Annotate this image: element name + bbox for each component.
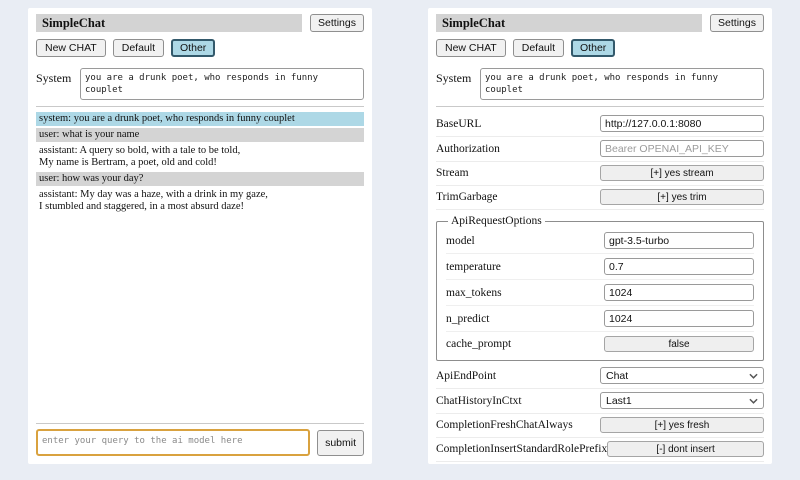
app-title-bar: SimpleChat — [36, 14, 302, 32]
n-predict-input[interactable] — [604, 310, 754, 327]
temperature-label: temperature — [446, 261, 604, 273]
horizontal-divider — [36, 423, 364, 424]
horizontal-divider — [36, 106, 364, 107]
session-bar: New CHAT Default Other — [36, 39, 364, 57]
api-request-options-fieldset: ApiRequestOptions model temperature max_… — [436, 215, 764, 361]
setting-row-max-tokens: max_tokens — [446, 280, 754, 306]
setting-row-authorization: Authorization — [436, 137, 764, 162]
setting-row-apiendpoint: ApiEndPoint Chat — [436, 364, 764, 389]
header: SimpleChat Settings — [36, 14, 364, 32]
roleprefix-label: CompletionInsertStandardRolePrefix — [436, 443, 607, 455]
trimgarbage-label: TrimGarbage — [436, 191, 600, 203]
system-label: System — [436, 68, 480, 86]
authorization-input[interactable] — [600, 140, 764, 157]
system-label: System — [36, 68, 80, 86]
stream-toggle-button[interactable]: [+] yes stream — [600, 165, 764, 181]
stream-label: Stream — [436, 167, 600, 179]
settings-button[interactable]: Settings — [310, 14, 364, 32]
chat-message: user: what is your name — [36, 128, 364, 142]
empty-space — [36, 216, 364, 417]
cache-prompt-toggle-button[interactable]: false — [604, 336, 754, 352]
chat-message: system: you are a drunk poet, who respon… — [36, 112, 364, 126]
chat-history-selected-value: Last1 — [606, 395, 632, 407]
setting-row-n-predict: n_predict — [446, 306, 754, 332]
system-prompt-row: System you are a drunk poet, who respond… — [436, 68, 764, 100]
new-chat-button[interactable]: New CHAT — [436, 39, 506, 57]
setting-row-baseurl: BaseURL — [436, 112, 764, 137]
chevron-down-icon — [749, 398, 758, 404]
system-prompt-input[interactable]: you are a drunk poet, who responds in fu… — [80, 68, 364, 100]
api-endpoint-selected-value: Chat — [606, 370, 628, 382]
model-input[interactable] — [604, 232, 754, 249]
temperature-input[interactable] — [604, 258, 754, 275]
baseurl-label: BaseURL — [436, 118, 600, 130]
setting-row-stream: Stream [+] yes stream — [436, 162, 764, 186]
header: SimpleChat Settings — [436, 14, 764, 32]
max-tokens-label: max_tokens — [446, 287, 604, 299]
settings-panel: SimpleChat Settings New CHAT Default Oth… — [428, 8, 772, 464]
submit-button[interactable]: submit — [317, 430, 364, 456]
chat-message: assistant: A query so bold, with a tale … — [36, 144, 364, 170]
chat-panel: SimpleChat Settings New CHAT Default Oth… — [28, 8, 372, 464]
session-bar: New CHAT Default Other — [436, 39, 764, 57]
api-endpoint-select[interactable]: Chat — [600, 367, 764, 384]
model-label: model — [446, 235, 604, 247]
baseurl-input[interactable] — [600, 115, 764, 132]
setting-row-chathistory: ChatHistoryInCtxt Last1 — [436, 389, 764, 414]
chat-message: assistant: My day was a haze, with a dri… — [36, 188, 364, 214]
chat-message: user: how was your day? — [36, 172, 364, 186]
cache-prompt-label: cache_prompt — [446, 338, 604, 350]
app-title: SimpleChat — [42, 16, 105, 31]
apiendpoint-label: ApiEndPoint — [436, 370, 600, 382]
setting-row-model: model — [446, 228, 754, 254]
setting-row-trimgarbage: TrimGarbage [+] yes trim — [436, 186, 764, 210]
system-prompt-input[interactable]: you are a drunk poet, who responds in fu… — [480, 68, 764, 100]
session-button-other[interactable]: Other — [171, 39, 215, 57]
chat-message-list: system: you are a drunk poet, who respon… — [36, 112, 364, 216]
setting-row-roleprefix: CompletionInsertStandardRolePrefix [-] d… — [436, 438, 764, 462]
session-button-other[interactable]: Other — [571, 39, 615, 57]
authorization-label: Authorization — [436, 143, 600, 155]
new-chat-button[interactable]: New CHAT — [36, 39, 106, 57]
query-input[interactable] — [36, 429, 310, 456]
trimgarbage-toggle-button[interactable]: [+] yes trim — [600, 189, 764, 205]
app-title-bar: SimpleChat — [436, 14, 702, 32]
n-predict-label: n_predict — [446, 313, 604, 325]
session-button-default[interactable]: Default — [513, 39, 564, 57]
freshchat-toggle-button[interactable]: [+] yes fresh — [600, 417, 764, 433]
setting-row-freshchat: CompletionFreshChatAlways [+] yes fresh — [436, 414, 764, 438]
system-prompt-row: System you are a drunk poet, who respond… — [36, 68, 364, 100]
chevron-down-icon — [749, 373, 758, 379]
roleprefix-toggle-button[interactable]: [-] dont insert — [607, 441, 764, 457]
setting-row-temperature: temperature — [446, 254, 754, 280]
query-row: submit — [36, 429, 364, 456]
session-button-default[interactable]: Default — [113, 39, 164, 57]
max-tokens-input[interactable] — [604, 284, 754, 301]
api-request-options-legend: ApiRequestOptions — [448, 215, 545, 227]
freshchat-label: CompletionFreshChatAlways — [436, 419, 600, 431]
horizontal-divider — [436, 106, 764, 107]
chat-history-select[interactable]: Last1 — [600, 392, 764, 409]
settings-button[interactable]: Settings — [710, 14, 764, 32]
chathistory-label: ChatHistoryInCtxt — [436, 395, 600, 407]
setting-row-cache-prompt: cache_prompt false — [446, 332, 754, 356]
app-title: SimpleChat — [442, 16, 505, 31]
